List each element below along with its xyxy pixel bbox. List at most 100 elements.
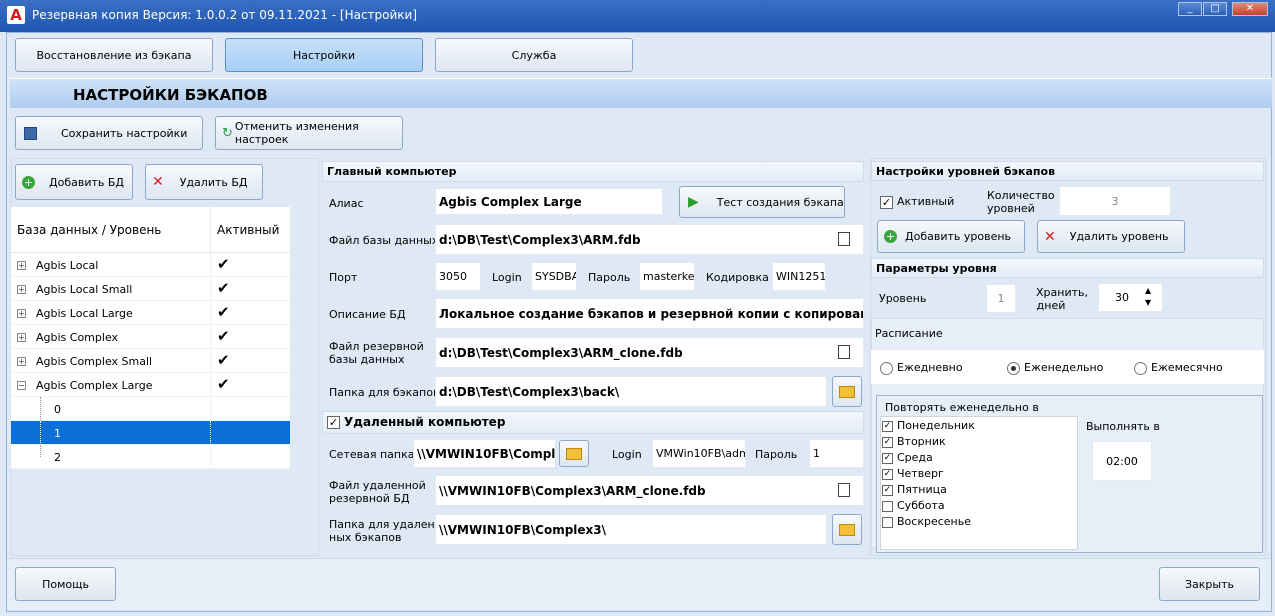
schedule-label: Расписание: [875, 327, 943, 340]
day-checkbox[interactable]: ✓: [882, 436, 893, 448]
day-checkbox[interactable]: ✓: [882, 452, 893, 464]
expand-icon[interactable]: +: [17, 285, 26, 294]
stepper-up-icon[interactable]: ▲: [1145, 286, 1151, 295]
backupfile-input[interactable]: d:\DB\Test\Complex3\ARM_clone.fdb: [435, 337, 864, 368]
collapse-icon[interactable]: −: [17, 381, 26, 390]
save-settings-button[interactable]: Сохранить настройки: [15, 116, 203, 150]
level-active-checkbox[interactable]: ✓: [880, 195, 893, 209]
netfolder-input[interactable]: \\VMWIN10FB\Complex3: [413, 439, 556, 468]
radio-monthly-circle[interactable]: [1134, 361, 1147, 375]
keep-days-value: 30: [1115, 291, 1129, 304]
remote-folder-input[interactable]: \\VMWIN10FB\Complex3\: [435, 514, 827, 545]
day-saturday[interactable]: Суббота: [882, 499, 945, 512]
day-checkbox[interactable]: [882, 500, 893, 512]
level-active-checkbox-wrap[interactable]: ✓ Активный: [880, 195, 954, 209]
tab-settings[interactable]: Настройки: [225, 38, 423, 72]
tree-row[interactable]: − Agbis Complex Large ✔: [11, 373, 290, 397]
add-level-button[interactable]: + Добавить уровень: [877, 220, 1025, 253]
file-browse-icon[interactable]: [838, 483, 850, 497]
netfolder-browse-button[interactable]: [559, 440, 589, 467]
day-sunday[interactable]: Воскресенье: [882, 515, 971, 528]
window-title: Резервная копия Версия: 1.0.0.2 от 09.11…: [32, 8, 418, 22]
tree-row[interactable]: + Agbis Local Small ✔: [11, 277, 290, 301]
maximize-icon[interactable]: □: [1203, 2, 1227, 16]
expand-icon[interactable]: +: [17, 261, 26, 270]
backupfile-label-2: базы данных: [329, 353, 405, 366]
remote-login-input[interactable]: VMWin10FB\adm: [652, 439, 746, 468]
dbfile-input[interactable]: d:\DB\Test\Complex3\ARM.fdb: [435, 224, 864, 255]
keep-days-stepper[interactable]: 30 ▲ ▼: [1098, 283, 1163, 312]
radio-weekly-label: Еженедельно: [1024, 361, 1104, 374]
password-input[interactable]: masterkey: [639, 262, 695, 291]
save-settings-label: Сохранить настройки: [61, 126, 188, 140]
minimize-icon[interactable]: _: [1178, 2, 1202, 16]
checkmark-icon: ✔: [217, 375, 230, 393]
tab-restore[interactable]: Восстановление из бэкапа: [15, 38, 213, 72]
checkmark-icon: ✔: [217, 303, 230, 321]
run-time-input[interactable]: 02:00: [1092, 441, 1152, 481]
help-button[interactable]: Помощь: [15, 567, 116, 601]
main-computer-section: Главный компьютер: [322, 161, 864, 182]
expand-icon[interactable]: +: [17, 309, 26, 318]
level-input: 1: [986, 284, 1016, 313]
port-input[interactable]: 3050: [435, 262, 481, 291]
alias-input[interactable]: Agbis Complex Large: [435, 188, 663, 215]
remote-folder-label-1: Папка для удален -: [329, 518, 443, 531]
level-params-section: Параметры уровня: [871, 258, 1264, 278]
radio-weekly[interactable]: Еженедельно: [1007, 361, 1103, 375]
cancel-changes-button[interactable]: ↻ Отменить изменения настроек: [215, 116, 403, 150]
encoding-input[interactable]: WIN1251: [772, 262, 826, 291]
tree-row-label: Agbis Local: [36, 259, 99, 272]
day-label: Среда: [897, 451, 933, 464]
delete-db-button[interactable]: ✕ Удалить БД: [145, 164, 263, 200]
tree-row-selected[interactable]: 1: [11, 421, 290, 445]
file-browse-icon[interactable]: [838, 232, 850, 246]
close-window-icon[interactable]: ✕: [1232, 2, 1268, 16]
tree-row[interactable]: + Agbis Local ✔: [11, 253, 290, 277]
delete-level-button[interactable]: ✕ Удалить уровень: [1037, 220, 1185, 253]
keep-label-2: дней: [1036, 299, 1066, 312]
login-input[interactable]: SYSDBA: [531, 262, 577, 291]
day-tuesday[interactable]: ✓ Вторник: [882, 435, 946, 448]
day-wednesday[interactable]: ✓ Среда: [882, 451, 933, 464]
folder-browse-button[interactable]: [832, 376, 862, 407]
add-db-button[interactable]: + Добавить БД: [15, 164, 133, 200]
backup-folder-input[interactable]: d:\DB\Test\Complex3\back\: [435, 376, 827, 407]
tree-row[interactable]: 0: [11, 397, 290, 421]
remote-file-input[interactable]: \\VMWIN10FB\Complex3\ARM_clone.fdb: [435, 475, 864, 506]
day-checkbox[interactable]: [882, 516, 893, 528]
radio-monthly[interactable]: Ежемесячно: [1134, 361, 1223, 375]
tab-service[interactable]: Служба: [435, 38, 633, 72]
days-list: ✓ Понедельник ✓ Вторник ✓ Среда ✓ Четверг ✓ П…: [880, 416, 1078, 550]
tree-row[interactable]: + Agbis Complex Small ✔: [11, 349, 290, 373]
tree-row-label: Agbis Complex Large: [36, 379, 153, 392]
backupfile-label-1: Файл резервной: [329, 340, 424, 353]
remote-folder-browse-button[interactable]: [832, 514, 862, 545]
day-checkbox[interactable]: ✓: [882, 468, 893, 480]
port-label: Порт: [329, 271, 358, 284]
close-button[interactable]: Закрыть: [1159, 567, 1260, 601]
tree-row[interactable]: + Agbis Complex ✔: [11, 325, 290, 349]
tree-row[interactable]: 2: [11, 445, 290, 469]
level-active-label: Активный: [897, 195, 955, 208]
day-thursday[interactable]: ✓ Четверг: [882, 467, 944, 480]
file-browse-icon[interactable]: [838, 345, 850, 359]
description-input[interactable]: Локальное создание бэкапов и резервной к…: [435, 298, 864, 329]
radio-weekly-circle[interactable]: [1007, 361, 1020, 375]
expand-icon[interactable]: +: [17, 333, 26, 342]
test-backup-button[interactable]: ▶ Тест создания бэкапа: [679, 186, 845, 218]
day-checkbox[interactable]: ✓: [882, 420, 893, 432]
level-count-label-2: уровней: [987, 202, 1035, 215]
tree-row[interactable]: + Agbis Local Large ✔: [11, 301, 290, 325]
expand-icon[interactable]: +: [17, 357, 26, 366]
day-checkbox[interactable]: ✓: [882, 484, 893, 496]
level-label: Уровень: [879, 292, 927, 305]
day-monday[interactable]: ✓ Понедельник: [882, 419, 975, 432]
day-label: Четверг: [897, 467, 944, 480]
stepper-down-icon[interactable]: ▼: [1145, 298, 1151, 307]
radio-daily[interactable]: Ежедневно: [880, 361, 963, 375]
day-friday[interactable]: ✓ Пятница: [882, 483, 947, 496]
remote-password-input[interactable]: 1: [809, 439, 864, 468]
radio-daily-circle[interactable]: [880, 361, 893, 375]
remote-enabled-checkbox[interactable]: ✓: [327, 416, 340, 429]
